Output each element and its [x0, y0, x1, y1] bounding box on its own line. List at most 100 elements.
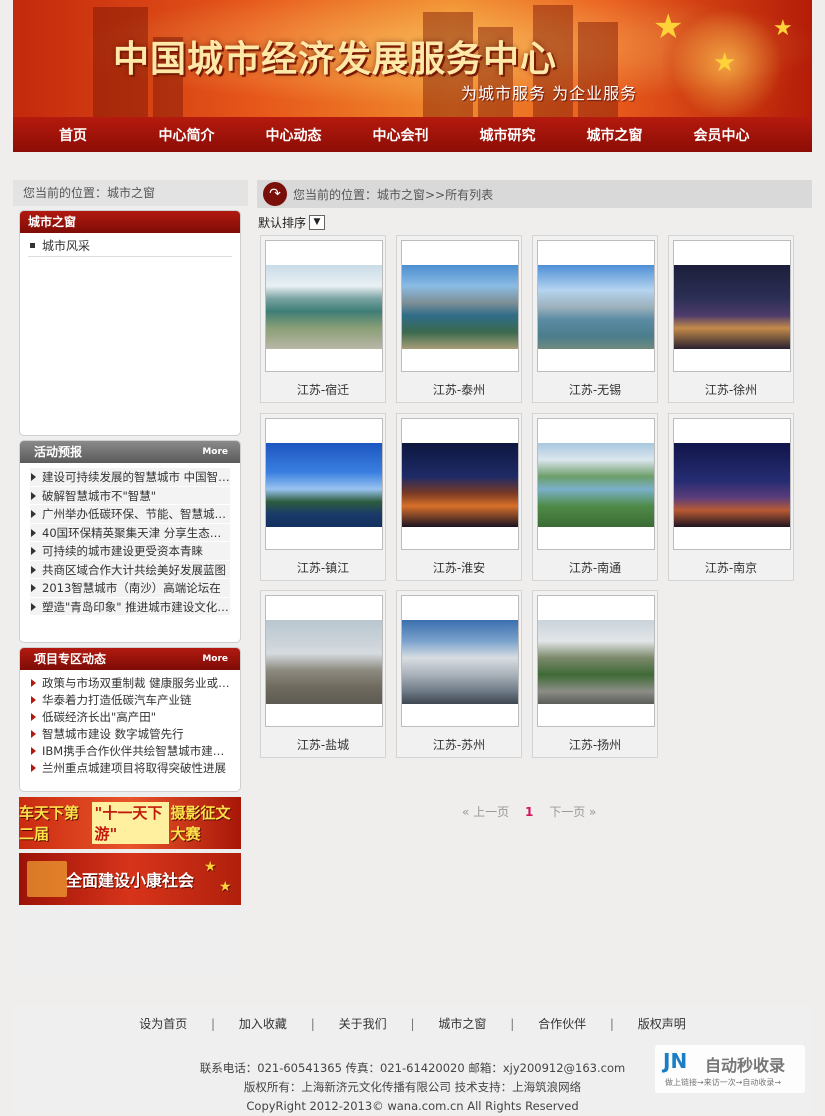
footer-link-partners[interactable]: 合作伙伴 [538, 1017, 586, 1031]
watermark-badge[interactable]: JN 自动秒收录 做上链接→来访一次→自动收录→ [655, 1045, 805, 1093]
prev-page-link[interactable]: « 上一页 [462, 805, 509, 819]
content-breadcrumb: 您当前的位置：城市之窗>>所有列表 [293, 187, 494, 202]
city-card[interactable]: 江苏-宿迁 [260, 235, 386, 403]
tiananmen-graphic [27, 861, 67, 897]
list-item[interactable]: 广州举办低碳环保、节能、智慧城市展览会 [30, 505, 230, 524]
list-item[interactable]: 兰州重点城建项目将取得突破性进展 [30, 760, 230, 777]
city-caption[interactable]: 江苏-宿迁 [261, 381, 385, 398]
nav-home[interactable]: 首页 [13, 125, 133, 145]
city-caption[interactable]: 江苏-淮安 [397, 559, 521, 576]
project-more-link[interactable]: More [202, 648, 228, 670]
city-card[interactable]: 江苏-无锡 [532, 235, 658, 403]
footer-link-city-window[interactable]: 城市之窗 [438, 1017, 486, 1031]
next-page-link[interactable]: 下一页 » [549, 805, 596, 819]
city-card[interactable]: 江苏-泰州 [396, 235, 522, 403]
list-item[interactable]: 破解智慧城市不"智慧" [30, 486, 230, 505]
city-card[interactable]: 江苏-淮安 [396, 413, 522, 581]
star-icon: ★ [713, 48, 737, 78]
nav-news[interactable]: 中心动态 [240, 125, 347, 145]
city-caption[interactable]: 江苏-无锡 [533, 381, 657, 398]
left-sidebar: 您当前的位置：城市之窗 城市之窗 城市风采 活动预报 More 建设可持续发展的… [13, 180, 248, 977]
nav-research[interactable]: 城市研究 [454, 125, 561, 145]
watermark-logo: JN [663, 1049, 688, 1073]
list-item[interactable]: 智慧城市建设 数字城管先行 [30, 726, 230, 743]
city-photo[interactable] [538, 443, 654, 527]
arrow-right-icon [31, 491, 36, 500]
list-item[interactable]: 华泰着力打造低碳汽车产业链 [30, 692, 230, 709]
arrow-right-icon [31, 602, 36, 611]
current-page[interactable]: 1 [525, 805, 533, 819]
list-item[interactable]: 40国环保精英聚集天津 分享生态城市建设经验 [30, 523, 230, 542]
project-box-header: 项目专区动态 More [20, 648, 240, 670]
city-photo-frame [401, 595, 519, 727]
city-card[interactable]: 江苏-南通 [532, 413, 658, 581]
city-photo[interactable] [402, 265, 518, 349]
list-item[interactable]: 共商区域合作大计共绘美好发展蓝图 [30, 560, 230, 579]
footer-copyright: CopyRight 2012-2013© wana.com.cn All Rig… [246, 1099, 579, 1113]
arrow-right-icon [31, 747, 36, 755]
header-banner: ★ ★ ★ 中国城市经济发展服务中心 为城市服务 为企业服务 [13, 0, 812, 117]
city-card[interactable]: 江苏-苏州 [396, 590, 522, 758]
city-caption[interactable]: 江苏-镇江 [261, 559, 385, 576]
redo-arrow-icon: ↷ [263, 182, 287, 206]
star-icon: ★ [773, 16, 793, 41]
city-card[interactable]: 江苏-南京 [668, 413, 794, 581]
nav-members[interactable]: 会员中心 [668, 125, 775, 145]
city-photo[interactable] [538, 620, 654, 704]
main-nav: 首页 中心简介 中心动态 中心会刊 城市研究 城市之窗 会员中心 [13, 117, 812, 152]
list-item[interactable]: IBM携手合作伙伴共绘智慧城市建设蓝图 [30, 743, 230, 760]
city-caption[interactable]: 江苏-盐城 [261, 736, 385, 753]
city-caption[interactable]: 江苏-南通 [533, 559, 657, 576]
list-item[interactable]: 政策与市场双重制裁 健康服务业或迎发展 [30, 675, 230, 692]
city-caption[interactable]: 江苏-徐州 [669, 381, 793, 398]
city-photo[interactable] [266, 443, 382, 527]
photo-contest-ad-banner[interactable]: 车天下第二届 "十一天下游" 摄影征文大赛 [19, 797, 241, 849]
footer-link-bookmark[interactable]: 加入收藏 [239, 1017, 287, 1031]
city-caption[interactable]: 江苏-南京 [669, 559, 793, 576]
footer-tech-link[interactable]: 上海筑浪网络 [512, 1080, 581, 1094]
watermark-name: 自动秒收录 [705, 1056, 786, 1075]
sort-control[interactable]: 默认排序 ▼ [258, 214, 326, 231]
footer-link-copyright[interactable]: 版权声明 [638, 1017, 686, 1031]
city-photo[interactable] [402, 443, 518, 527]
city-photo[interactable] [674, 265, 790, 349]
list-item[interactable]: 可持续的城市建设更受资本青睐 [30, 542, 230, 561]
nav-city-window[interactable]: 城市之窗 [561, 125, 668, 145]
nav-journal[interactable]: 中心会刊 [347, 125, 454, 145]
city-card[interactable]: 江苏-扬州 [532, 590, 658, 758]
list-item[interactable]: 塑造"青岛印象" 推进城市建设文化发展 [30, 597, 230, 616]
city-photo[interactable] [266, 620, 382, 704]
city-photo[interactable] [538, 265, 654, 349]
footer-separator: | [609, 1017, 614, 1031]
site-slogan: 为城市服务 为企业服务 [461, 84, 638, 103]
category-item[interactable]: 城市风采 [28, 235, 232, 257]
city-photo[interactable] [674, 443, 790, 527]
events-more-link[interactable]: More [202, 441, 228, 463]
category-box: 城市之窗 城市风采 [19, 210, 241, 436]
list-item[interactable]: 建设可持续发展的智慧城市 中国智慧城市论坛 [30, 468, 230, 487]
city-photo-frame [537, 595, 655, 727]
city-photo-frame [673, 418, 791, 550]
footer-link-about[interactable]: 关于我们 [339, 1017, 387, 1031]
nav-about[interactable]: 中心简介 [133, 125, 240, 145]
chevron-down-icon[interactable]: ▼ [309, 215, 326, 230]
list-item[interactable]: 2013智慧城市（南沙）高端论坛在 [30, 579, 230, 598]
arrow-right-icon [31, 547, 36, 555]
city-card[interactable]: 江苏-徐州 [668, 235, 794, 403]
star-icon: ★ [219, 879, 232, 895]
city-caption[interactable]: 江苏-扬州 [533, 736, 657, 753]
footer-separator: | [310, 1017, 315, 1031]
events-box-header: 活动预报 More [20, 441, 240, 463]
xiaokang-ad-banner[interactable]: ★ ★ 全面建设小康社会 [19, 853, 241, 905]
city-card[interactable]: 江苏-盐城 [260, 590, 386, 758]
footer-separator: | [510, 1017, 515, 1031]
city-photo-frame [265, 418, 383, 550]
list-item[interactable]: 低碳经济长出"高产田" [30, 709, 230, 726]
city-photo[interactable] [402, 620, 518, 704]
city-card[interactable]: 江苏-镇江 [260, 413, 386, 581]
arrow-right-icon [31, 679, 36, 687]
city-photo[interactable] [266, 265, 382, 349]
city-caption[interactable]: 江苏-苏州 [397, 736, 521, 753]
footer-link-homepage[interactable]: 设为首页 [139, 1017, 187, 1031]
city-caption[interactable]: 江苏-泰州 [397, 381, 521, 398]
